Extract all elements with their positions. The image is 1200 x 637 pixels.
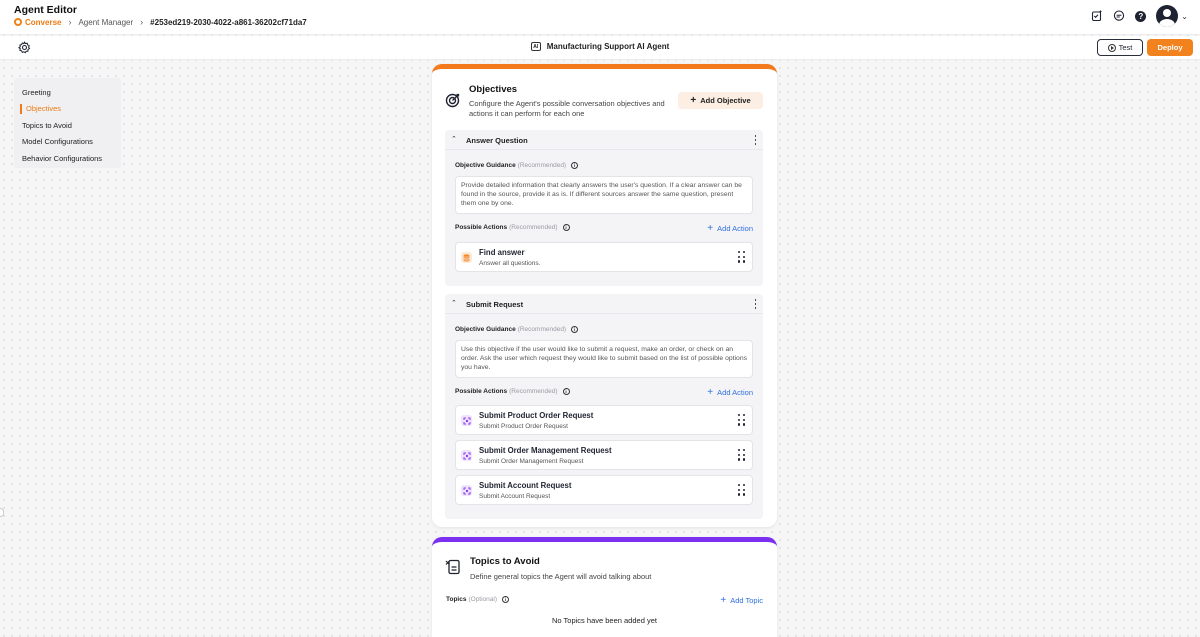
request-icon — [461, 415, 472, 426]
guidance-textarea[interactable]: Provide detailed information that clearl… — [455, 176, 753, 214]
plus-icon: + — [707, 387, 714, 398]
info-icon[interactable]: i — [571, 162, 579, 169]
add-objective-label: Add Objective — [700, 96, 751, 105]
drag-handle-icon[interactable] — [738, 449, 746, 461]
empty-topics-message: No Topics have been added yet — [552, 616, 657, 625]
add-action-button[interactable]: + Add Action — [707, 223, 753, 234]
plus-icon: + — [720, 595, 727, 606]
topics-title: Topics to Avoid — [470, 556, 540, 567]
breadcrumb-converse[interactable]: Converse — [25, 18, 61, 27]
objective-header[interactable]: ⌃ Answer Question — [445, 130, 763, 150]
info-icon[interactable]: i — [502, 596, 510, 603]
action-subtitle: Submit Order Management Request — [479, 458, 584, 465]
action-subtitle: Submit Account Request — [479, 493, 551, 500]
info-icon[interactable]: i — [571, 326, 579, 333]
action-item[interactable]: Submit Product Order Request Submit Prod… — [455, 405, 753, 435]
checklist-icon[interactable] — [1090, 10, 1103, 23]
breadcrumb: Converse › Agent Manager › #253ed219-203… — [14, 17, 307, 27]
action-title: Find answer — [479, 248, 525, 257]
drag-handle-icon[interactable] — [738, 251, 746, 263]
breadcrumb-agent-manager[interactable]: Agent Manager — [78, 18, 133, 27]
add-objective-button[interactable]: + Add Objective — [678, 92, 763, 109]
app-title: Agent Editor — [14, 4, 77, 16]
nav-item-model-configurations[interactable]: Model Configurations — [14, 134, 121, 151]
ai-badge-icon: AI — [530, 42, 541, 51]
possible-actions-label: Possible Actions (Recommended) i — [455, 388, 570, 395]
chevron-up-icon[interactable]: ⌃ — [451, 299, 457, 307]
drag-handle-icon[interactable] — [738, 414, 746, 426]
blocked-topic-icon — [445, 559, 461, 575]
objectives-title: Objectives — [469, 84, 518, 95]
editor-toolbar: AI Manufacturing Support AI Agent Test D… — [0, 36, 1200, 60]
topics-to-avoid-card: Topics to Avoid Define general topics th… — [432, 537, 777, 637]
objective-header[interactable]: ⌃ Submit Request — [445, 294, 763, 314]
objective-name: Submit Request — [466, 300, 524, 309]
guidance-label: Objective Guidance (Recommended) i — [455, 326, 579, 333]
topics-label: Topics (Optional) i — [446, 596, 510, 603]
more-options-icon[interactable] — [754, 135, 757, 145]
objective-panel: ⌃ Answer Question Objective Guidance (Rec… — [445, 130, 763, 286]
target-icon — [445, 92, 461, 108]
drag-handle-icon[interactable] — [738, 484, 746, 496]
header-actions: ? ⌄ — [1090, 5, 1188, 27]
guidance-label: Objective Guidance (Recommended) i — [455, 162, 579, 169]
deploy-button[interactable]: Deploy — [1147, 39, 1193, 56]
add-topic-button[interactable]: + Add Topic — [720, 595, 763, 606]
breadcrumb-agent-id: #253ed219-2030-4022-a861-36202cf71da7 — [150, 17, 307, 27]
info-icon[interactable]: i — [562, 388, 570, 395]
plus-icon: + — [690, 95, 697, 106]
action-title: Submit Account Request — [479, 481, 572, 490]
request-icon — [461, 485, 472, 496]
request-icon — [461, 450, 472, 461]
help-icon[interactable]: ? — [1134, 10, 1147, 23]
objectives-card: Objectives Configure the Agent's possibl… — [432, 64, 777, 527]
add-action-button[interactable]: + Add Action — [707, 387, 753, 398]
collapse-handle[interactable] — [0, 508, 4, 517]
action-subtitle: Submit Product Order Request — [479, 423, 568, 430]
info-icon[interactable]: i — [562, 224, 570, 231]
chevron-right-icon: › — [140, 17, 144, 27]
chevron-up-icon[interactable]: ⌃ — [451, 135, 457, 143]
chat-icon[interactable] — [1112, 10, 1125, 23]
objective-name: Answer Question — [466, 136, 528, 145]
nav-item-greeting[interactable]: Greeting — [14, 84, 121, 101]
guidance-textarea[interactable]: Use this objective if the user would lik… — [455, 340, 753, 378]
more-options-icon[interactable] — [754, 299, 757, 309]
objectives-description: Configure the Agent's possible conversat… — [469, 99, 665, 118]
agent-title: AI Manufacturing Support AI Agent — [0, 42, 1200, 51]
database-icon — [461, 252, 472, 263]
nav-item-objectives[interactable]: Objectives — [14, 101, 121, 118]
top-header: Agent Editor Converse › Agent Manager › … — [0, 0, 1200, 35]
test-button[interactable]: Test — [1097, 39, 1143, 56]
action-title: Submit Order Management Request — [479, 446, 612, 455]
nav-item-behavior-configurations[interactable]: Behavior Configurations — [14, 150, 121, 167]
action-subtitle: Answer all questions. — [479, 260, 541, 267]
objective-panel: ⌃ Submit Request Objective Guidance (Reco… — [445, 294, 763, 519]
avatar[interactable] — [1156, 5, 1179, 27]
plus-icon: + — [707, 223, 714, 234]
action-title: Submit Product Order Request — [479, 411, 594, 420]
chevron-right-icon: › — [68, 17, 72, 27]
converse-logo-icon — [14, 18, 22, 26]
agent-name: Manufacturing Support AI Agent — [546, 42, 670, 51]
test-label: Test — [1118, 43, 1133, 52]
action-item[interactable]: Submit Account Request Submit Account Re… — [455, 475, 753, 505]
possible-actions-label: Possible Actions (Recommended) i — [455, 224, 570, 231]
section-nav: Greeting Objectives Topics to Avoid Mode… — [14, 78, 121, 168]
action-item[interactable]: Find answer Answer all questions. — [455, 242, 753, 272]
nav-item-topics-to-avoid[interactable]: Topics to Avoid — [14, 117, 121, 134]
chevron-down-icon[interactable]: ⌄ — [1181, 12, 1188, 21]
play-icon — [1107, 43, 1116, 52]
action-item[interactable]: Submit Order Management Request Submit O… — [455, 440, 753, 470]
topics-description: Define general topics the Agent will avo… — [470, 572, 652, 581]
